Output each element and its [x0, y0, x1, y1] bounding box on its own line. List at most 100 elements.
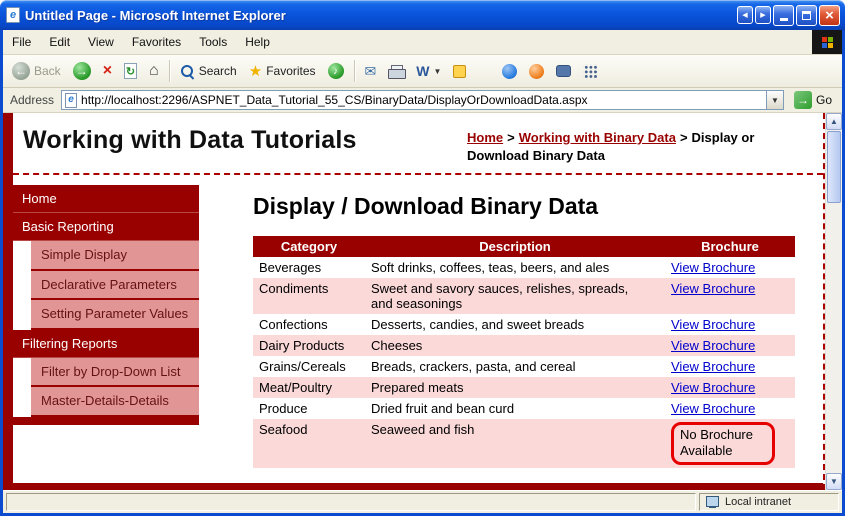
description-cell: Cheeses [365, 335, 665, 356]
table-row: Grains/Cereals Breads, crackers, pasta, … [253, 356, 795, 377]
table-header-row: Category Description Brochure [253, 236, 795, 257]
column-header-description: Description [365, 236, 665, 257]
scroll-up-button[interactable]: ▲ [826, 113, 842, 130]
forward-button[interactable]: → [68, 59, 96, 83]
sidebar-item-master-details-details[interactable]: Master-Details-Details [31, 387, 199, 417]
toolbar-separator [354, 60, 355, 82]
brochure-cell: View Brochure [665, 398, 795, 419]
grid-icon [583, 64, 597, 78]
favorites-button[interactable]: ★ Favorites [244, 61, 321, 82]
scrollbar-thumb[interactable] [827, 131, 841, 203]
search-label: Search [199, 64, 237, 78]
brochure-cell: View Brochure [665, 278, 795, 314]
back-label: Back [34, 64, 61, 78]
menu-tools[interactable]: Tools [190, 30, 236, 54]
address-input[interactable]: e http://localhost:2296/ASPNET_Data_Tuto… [61, 90, 784, 110]
description-text: Desserts, candies, and sweet breads [371, 317, 584, 332]
menu-file[interactable]: File [3, 30, 40, 54]
binoculars-button[interactable] [551, 62, 576, 80]
binoculars-icon [556, 65, 571, 77]
address-label: Address [7, 93, 57, 107]
stop-button[interactable]: × [98, 60, 117, 82]
refresh-icon: ↻ [124, 63, 137, 79]
table-row: Condiments Sweet and savory sauces, reli… [253, 278, 795, 314]
page-header: Working with Data Tutorials Home > Working… [13, 113, 823, 175]
view-brochure-link[interactable]: View Brochure [671, 380, 755, 395]
description-cell: Sweet and savory sauces, relishes, sprea… [365, 278, 665, 314]
view-brochure-link[interactable]: View Brochure [671, 401, 755, 416]
media-icon: ♪ [328, 63, 344, 79]
minimize-button[interactable] [773, 5, 794, 26]
addon-grid-button[interactable] [578, 61, 602, 81]
view-brochure-link[interactable]: View Brochure [671, 338, 755, 353]
breadcrumb-link-binary-data[interactable]: Working with Binary Data [519, 130, 676, 145]
menu-edit[interactable]: Edit [40, 30, 79, 54]
description-text: Breads, crackers, pasta, and cereal [371, 359, 576, 374]
scroll-down-button[interactable]: ▼ [826, 473, 842, 490]
sidebar-item-filter-by-drop-down-list[interactable]: Filter by Drop-Down List [31, 358, 199, 388]
address-dropdown-button[interactable]: ▼ [766, 91, 783, 109]
menu-view[interactable]: View [79, 30, 123, 54]
table-row: Beverages Soft drinks, coffees, teas, be… [253, 257, 795, 278]
sidebar-item-home[interactable]: Home [13, 185, 199, 213]
view-brochure-link[interactable]: View Brochure [671, 359, 755, 374]
star-icon: ★ [249, 64, 262, 79]
breadcrumb-separator: > [507, 130, 515, 145]
close-button[interactable]: × [819, 5, 840, 26]
scrollbar-track[interactable] [826, 130, 842, 473]
back-button[interactable]: ← Back [7, 59, 66, 83]
brochure-cell: View Brochure [665, 356, 795, 377]
scroll-left-button[interactable]: ◀ [737, 6, 753, 24]
media-button[interactable]: ♪ [323, 60, 349, 82]
column-header-brochure: Brochure [665, 236, 795, 257]
description-cell: Dried fruit and bean curd [365, 398, 665, 419]
titlebar: e Untitled Page - Microsoft Internet Exp… [0, 0, 845, 30]
search-button[interactable]: Search [175, 61, 242, 82]
page-body: Home Basic Reporting Simple Display Decl… [13, 175, 823, 483]
sidebar-item-basic-reporting[interactable]: Basic Reporting [13, 213, 199, 241]
mail-button[interactable]: ✉ [360, 61, 382, 81]
print-button[interactable] [383, 62, 409, 81]
breadcrumb-link-home[interactable]: Home [467, 130, 503, 145]
edit-in-word-button[interactable]: W ▼ [411, 61, 446, 81]
description-text: Sweet and savory sauces, relishes, sprea… [371, 281, 643, 311]
view-brochure-link[interactable]: View Brochure [671, 317, 755, 332]
windows-flag-icon [822, 37, 833, 48]
sidebar-item-setting-parameter-values[interactable]: Setting Parameter Values [31, 300, 199, 330]
view-brochure-link[interactable]: View Brochure [671, 281, 755, 296]
maximize-button[interactable] [796, 5, 817, 26]
messenger-button[interactable] [497, 61, 522, 82]
view-brochure-link[interactable]: View Brochure [671, 260, 755, 275]
address-bar: Address e http://localhost:2296/ASPNET_D… [3, 88, 842, 113]
menu-help[interactable]: Help [236, 30, 279, 54]
scroll-right-button[interactable]: ▶ [755, 6, 771, 24]
categories-table: Category Description Brochure Beverages … [253, 236, 795, 468]
toolbar-separator [169, 60, 170, 82]
home-button[interactable]: ⌂ [144, 60, 164, 82]
messenger-icon [502, 64, 517, 79]
main-content: Display / Download Binary Data Category … [199, 185, 823, 483]
sidebar-item-filtering-reports[interactable]: Filtering Reports [13, 330, 199, 358]
research-icon [529, 64, 544, 79]
discuss-icon [453, 65, 466, 78]
table-row: Confections Desserts, candies, and sweet… [253, 314, 795, 335]
menu-favorites[interactable]: Favorites [123, 30, 190, 54]
status-pane-zone: Local intranet [699, 493, 839, 511]
go-button[interactable]: → Go [788, 91, 838, 109]
word-icon: W [416, 64, 429, 78]
category-cell: Seafood [253, 419, 365, 468]
favorites-label: Favorites [266, 64, 315, 78]
discuss-button[interactable] [448, 62, 471, 81]
sidebar-item-partial[interactable] [13, 417, 199, 425]
description-text: Soft drinks, coffees, teas, beers, and a… [371, 260, 609, 275]
web-page: Working with Data Tutorials Home > Working… [3, 113, 825, 490]
site-title: Working with Data Tutorials [23, 126, 357, 155]
sidebar-item-declarative-parameters[interactable]: Declarative Parameters [31, 271, 199, 301]
window-frame: File Edit View Favorites Tools Help ← Ba… [0, 30, 845, 516]
sidebar-item-simple-display[interactable]: Simple Display [31, 241, 199, 271]
menubar-spacer [279, 30, 812, 54]
category-cell: Confections [253, 314, 365, 335]
description-cell: Desserts, candies, and sweet breads [365, 314, 665, 335]
research-button[interactable] [524, 61, 549, 82]
refresh-button[interactable]: ↻ [119, 60, 142, 82]
